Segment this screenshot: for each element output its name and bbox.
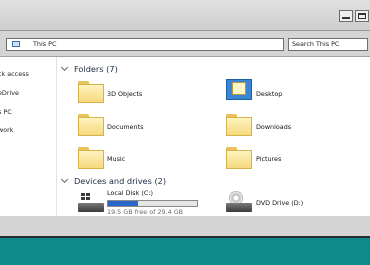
folders-header-label: Folders (7): [74, 64, 118, 74]
chevron-down-icon: [60, 63, 69, 72]
nav-item-onedrive[interactable]: eDrive: [0, 89, 19, 97]
folder-downloads[interactable]: Downloads: [256, 123, 291, 131]
folder-icon[interactable]: [78, 114, 104, 136]
folder-music[interactable]: Music: [107, 155, 125, 163]
status-bar: [0, 216, 370, 236]
disk-usage-bar: [107, 200, 198, 207]
hard-drive-icon[interactable]: [78, 193, 104, 215]
folder-desktop[interactable]: Desktop: [256, 90, 282, 98]
maximize-button[interactable]: [355, 10, 369, 22]
folders-group-header[interactable]: Folders (7): [60, 63, 118, 74]
desktop-icon[interactable]: [226, 79, 252, 103]
folder-icon[interactable]: [78, 147, 104, 169]
folder-icon[interactable]: [78, 81, 104, 103]
title-bar: [0, 0, 370, 31]
nav-item-this-pc[interactable]: s PC: [0, 108, 12, 116]
folder-pictures[interactable]: Pictures: [256, 155, 281, 163]
drive-d-name[interactable]: DVD Drive (D:): [256, 199, 303, 207]
folder-icon[interactable]: [226, 147, 252, 169]
search-input[interactable]: Search This PC: [288, 38, 368, 51]
nav-item-network[interactable]: work: [0, 126, 13, 134]
drives-header-label: Devices and drives (2): [74, 176, 167, 186]
chevron-down-icon: [60, 175, 69, 184]
navigation-pane: ck access eDrive s PC work: [0, 57, 57, 217]
folder-documents[interactable]: Documents: [107, 123, 143, 131]
nav-item-quick-access[interactable]: ck access: [0, 70, 29, 78]
computer-icon: [12, 41, 20, 47]
drive-c-free-space: 19.5 GB free of 29.4 GB: [107, 208, 184, 216]
drive-c-name[interactable]: Local Disk (C:): [107, 189, 153, 197]
minimize-button[interactable]: [339, 10, 353, 22]
address-bar[interactable]: This PC: [6, 38, 284, 51]
file-explorer-window: This PC Search This PC ck access eDrive …: [0, 0, 370, 238]
dvd-drive-icon[interactable]: [226, 191, 252, 215]
content-area: ck access eDrive s PC work Folders (7) 3…: [0, 56, 370, 218]
folder-icon[interactable]: [226, 114, 252, 136]
drives-group-header[interactable]: Devices and drives (2): [60, 175, 167, 186]
address-text: This PC: [33, 40, 57, 48]
folder-3d-objects[interactable]: 3D Objects: [107, 90, 142, 98]
